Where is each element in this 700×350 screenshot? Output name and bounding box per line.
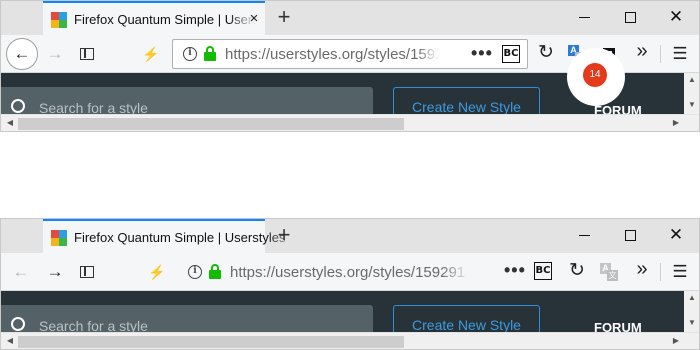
overflow-icon[interactable]: »: [632, 40, 652, 62]
tab-active[interactable]: Firefox Quantum Simple | Userstyles: [43, 219, 285, 253]
page-content: Search for a style Create New Style 14 F…: [1, 48, 699, 131]
page-actions-icon[interactable]: •••: [504, 261, 526, 279]
tab-title: Firefox Quantum Simple | Userstyles: [74, 230, 286, 245]
scroll-up-icon[interactable]: ▲: [684, 293, 699, 302]
overflow-icon[interactable]: »: [632, 258, 652, 280]
reload-icon[interactable]: ↻: [536, 42, 556, 63]
scroll-left-icon[interactable]: ◀: [3, 336, 17, 345]
tab-strip: Firefox Quantum Simple | Userstyles + ✕: [1, 219, 699, 253]
url-text: https://userstyles.org/styles/159291: [230, 264, 470, 281]
scroll-down-icon[interactable]: ▼: [684, 318, 699, 327]
vertical-scrollbar[interactable]: ▲ ▼: [684, 291, 699, 332]
close-window-button[interactable]: ✕: [664, 5, 688, 29]
forward-button[interactable]: →: [41, 40, 69, 68]
horizontal-scrollbar[interactable]: ◀ ▶: [1, 114, 699, 131]
bolt-icon[interactable]: ⚡: [143, 258, 171, 286]
url-path: /styles/159291: [368, 264, 466, 281]
scrollbar-thumb[interactable]: [18, 336, 404, 348]
minimize-window-button[interactable]: [573, 223, 597, 247]
maximize-window-button[interactable]: [618, 5, 642, 29]
page-content: Search for a style Create New Style FORU…: [1, 291, 699, 349]
menu-icon[interactable]: ☰: [670, 44, 690, 64]
scrollbar-thumb[interactable]: [18, 118, 404, 130]
scroll-down-icon[interactable]: ▼: [684, 100, 699, 109]
site-info-icon[interactable]: i: [188, 265, 202, 279]
scroll-left-icon[interactable]: ◀: [3, 118, 17, 127]
url-host: https://userstyles.org: [230, 264, 369, 281]
scroll-right-icon[interactable]: ▶: [669, 118, 683, 127]
browser-window-bottom: Firefox Quantum Simple | Userstyles + ✕ …: [0, 218, 700, 350]
scroll-up-icon[interactable]: ▲: [684, 75, 699, 84]
page-actions-icon[interactable]: •••: [471, 44, 493, 62]
reload-icon[interactable]: ↻: [567, 260, 587, 281]
close-window-button[interactable]: ✕: [664, 223, 688, 247]
back-button[interactable]: ←: [7, 258, 35, 286]
menu-icon[interactable]: ☰: [670, 262, 690, 282]
notification-badge: 14: [583, 63, 607, 87]
new-tab-button[interactable]: +: [273, 6, 295, 28]
scroll-right-icon[interactable]: ▶: [669, 336, 683, 345]
search-icon: [11, 99, 25, 113]
userstyles-favicon-icon: [51, 12, 67, 28]
tab-strip: Firefox Quantum Simple | Userstyles × + …: [1, 1, 699, 35]
sidebar-icon: [80, 266, 94, 278]
url-host: https://userstyles.org: [225, 46, 364, 63]
translate-icon: A文: [600, 263, 618, 281]
vertical-scrollbar[interactable]: ▲ ▼: [684, 73, 699, 114]
bolt-icon[interactable]: ⚡: [137, 40, 165, 68]
site-info-icon[interactable]: i: [183, 47, 197, 61]
horizontal-scrollbar[interactable]: ◀ ▶: [1, 332, 699, 349]
back-button[interactable]: ←: [6, 38, 38, 70]
tab-title: Firefox Quantum Simple | Userstyles: [74, 12, 256, 27]
tab-active[interactable]: Firefox Quantum Simple | Userstyles ×: [43, 1, 265, 35]
url-bar[interactable]: i https://userstyles.org/styles/159291: [177, 257, 485, 287]
maximize-window-button[interactable]: [618, 223, 642, 247]
translate-button[interactable]: A文: [599, 262, 619, 282]
search-icon: [11, 317, 25, 331]
sidebar-button[interactable]: [73, 258, 101, 286]
lock-icon: [209, 264, 221, 279]
sidebar-icon: [80, 48, 94, 60]
url-text: https://userstyles.org/styles/159291: [225, 46, 439, 63]
lock-icon: [204, 46, 216, 61]
close-tab-icon[interactable]: ×: [246, 11, 262, 27]
url-path: /styles/159291: [363, 46, 439, 63]
toolbar-separator: [660, 263, 661, 281]
nav-toolbar: ← → ⚡ i https://userstyles.org/styles/15…: [1, 253, 699, 291]
url-bar[interactable]: i https://userstyles.org/styles/159291 •…: [172, 39, 528, 69]
forward-button[interactable]: →: [41, 258, 69, 286]
new-tab-button[interactable]: +: [273, 224, 295, 246]
userstyles-favicon-icon: [51, 230, 67, 246]
toolbar-separator: [660, 45, 661, 63]
sidebar-button[interactable]: [73, 40, 101, 68]
minimize-window-button[interactable]: [573, 5, 597, 29]
browser-window-top: Firefox Quantum Simple | Userstyles × + …: [0, 0, 700, 132]
bc-extension-icon[interactable]: BC: [534, 262, 552, 280]
bc-extension-icon[interactable]: BC: [502, 45, 520, 63]
